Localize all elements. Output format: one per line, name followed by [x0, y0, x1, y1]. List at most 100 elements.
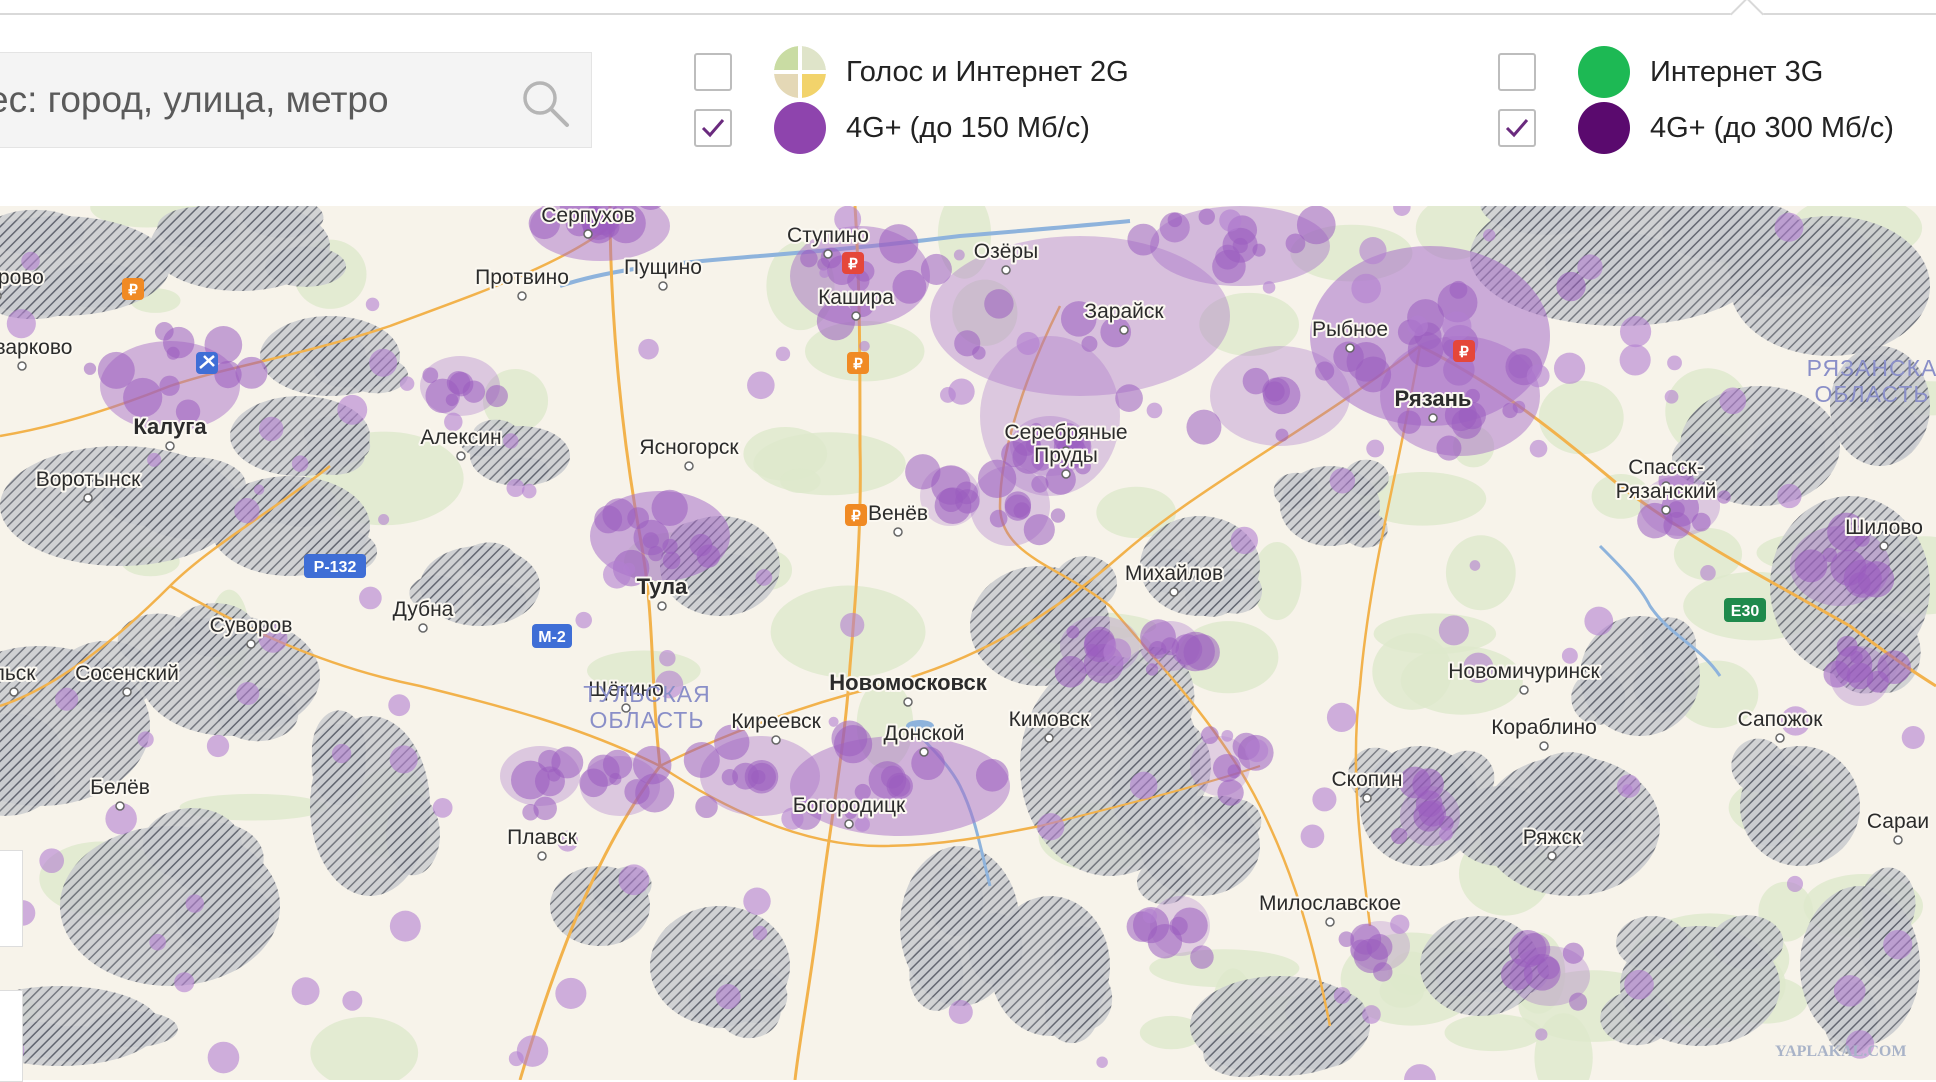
city-marker: [1044, 733, 1054, 743]
legend-4g-150-dot: [774, 102, 826, 154]
legend-3g-dot: [1578, 46, 1630, 98]
city-marker: [1169, 587, 1179, 597]
city-label: Серпухов: [541, 206, 635, 227]
city-marker: [1775, 733, 1785, 743]
legend-item-4g-300[interactable]: 4G+ (до 300 Мб/с): [1498, 100, 1894, 156]
city-marker: [517, 291, 527, 301]
checkbox-2g[interactable]: [694, 53, 732, 91]
legend-item-3g[interactable]: Интернет 3G: [1498, 44, 1823, 100]
city-label: Ступино: [787, 224, 869, 247]
city-label: Алексин: [420, 426, 501, 449]
city-marker: [1001, 265, 1011, 275]
city-marker: [893, 527, 903, 537]
city-marker: [115, 801, 125, 811]
city-label: льск: [0, 662, 36, 685]
city-marker: [583, 229, 593, 239]
legend-2g-icon: [774, 46, 826, 98]
region-label: ТУЛЬСКАЯ: [583, 681, 711, 707]
city-label: Пруды: [1034, 444, 1098, 467]
search-box[interactable]: [0, 52, 592, 148]
city-marker: [1547, 851, 1557, 861]
ruble-poi-icon[interactable]: ₽: [845, 504, 867, 526]
city-marker: [9, 687, 19, 697]
checkbox-4g-300[interactable]: [1498, 109, 1536, 147]
city-marker: [122, 687, 132, 697]
city-label: Венёв: [868, 502, 928, 525]
city-marker: [83, 493, 93, 503]
city-marker: [1061, 469, 1071, 479]
city-label: Ясногорск: [639, 436, 739, 459]
city-marker: [418, 623, 428, 633]
watermark: YAPLAKAL.COM: [1775, 1043, 1906, 1060]
checkbox-4g-150[interactable]: [694, 109, 732, 147]
airport-icon[interactable]: [196, 352, 218, 374]
city-label: Кондрово: [0, 266, 44, 289]
city-marker: [246, 639, 256, 649]
city-marker: [1119, 325, 1129, 335]
svg-text:₽: ₽: [853, 356, 863, 373]
city-label: Дубна: [393, 598, 454, 621]
city-label: Рыбное: [1312, 318, 1388, 341]
city-label: Суворов: [210, 614, 293, 637]
ruble-poi-icon[interactable]: ₽: [1453, 340, 1475, 362]
svg-text:E30: E30: [1731, 603, 1760, 620]
city-marker: [1661, 505, 1671, 515]
city-marker: [1345, 343, 1355, 353]
svg-text:М-2: М-2: [538, 629, 566, 646]
checkbox-3g[interactable]: [1498, 53, 1536, 91]
ruble-poi-icon[interactable]: ₽: [842, 252, 864, 274]
region-label: ОБЛАСТЬ: [590, 707, 705, 733]
legend-label-4g-150: 4G+ (до 150 Мб/с): [846, 111, 1090, 144]
city-label: Воротынск: [36, 468, 141, 491]
legend-4g-300-dot: [1578, 102, 1630, 154]
city-label: Спасск-: [1628, 456, 1703, 479]
legend-item-4g-150[interactable]: 4G+ (до 150 Мб/с): [694, 100, 1090, 156]
city-label: Милославское: [1259, 892, 1401, 915]
city-marker: [657, 601, 667, 611]
svg-text:Р-132: Р-132: [314, 559, 357, 576]
legend-label-2g: Голос и Интернет 2G: [846, 55, 1129, 88]
city-label: Киреевск: [731, 710, 821, 733]
city-marker: [1428, 413, 1438, 423]
city-label: Пущино: [624, 256, 702, 279]
city-label: Белёв: [90, 776, 150, 799]
city-marker: [456, 451, 466, 461]
city-marker: [1539, 741, 1549, 751]
city-marker: [1325, 917, 1335, 927]
city-label: Донской: [883, 722, 964, 745]
city-marker: [903, 697, 913, 707]
city-marker: [1362, 793, 1372, 803]
city-marker: [851, 311, 861, 321]
city-marker: [684, 461, 694, 471]
ruble-poi-icon[interactable]: ₽: [122, 278, 144, 300]
city-label: Сапожок: [1738, 708, 1824, 731]
city-marker: [1893, 835, 1903, 845]
city-marker: [165, 441, 175, 451]
search-icon[interactable]: [520, 78, 572, 130]
city-label: Протвино: [475, 266, 569, 289]
ruble-poi-icon[interactable]: ₽: [847, 352, 869, 374]
city-marker: [17, 361, 27, 371]
city-marker: [658, 281, 668, 291]
city-label: Тула: [637, 574, 689, 599]
svg-text:₽: ₽: [851, 508, 861, 525]
city-label: Новомосковск: [829, 670, 987, 695]
city-marker: [1879, 541, 1889, 551]
address-search-input[interactable]: [0, 53, 508, 147]
map-canvas[interactable]: Серпухов Ступино Пущино Озёры Кондрово Протви…: [0, 206, 1936, 1080]
city-label: Товарково: [0, 336, 72, 359]
map-control-tab[interactable]: [0, 850, 23, 947]
city-label: Серебряные: [1004, 421, 1127, 444]
city-label: Зарайск: [1084, 300, 1164, 323]
city-marker: [1519, 685, 1529, 695]
svg-text:₽: ₽: [848, 256, 858, 273]
city-label: Сосенский: [75, 662, 179, 685]
coverage-map[interactable]: Серпухов Ступино Пущино Озёры Кондрово Протви…: [0, 206, 1936, 1080]
city-marker: [844, 819, 854, 829]
city-label: Михайлов: [1125, 562, 1223, 585]
city-label: Шилово: [1845, 516, 1923, 539]
map-control-tab[interactable]: [0, 990, 23, 1082]
region-label: РЯЗАНСКА: [1807, 355, 1936, 381]
legend-item-2g[interactable]: Голос и Интернет 2G: [694, 44, 1129, 100]
legend-label-3g: Интернет 3G: [1650, 55, 1824, 88]
